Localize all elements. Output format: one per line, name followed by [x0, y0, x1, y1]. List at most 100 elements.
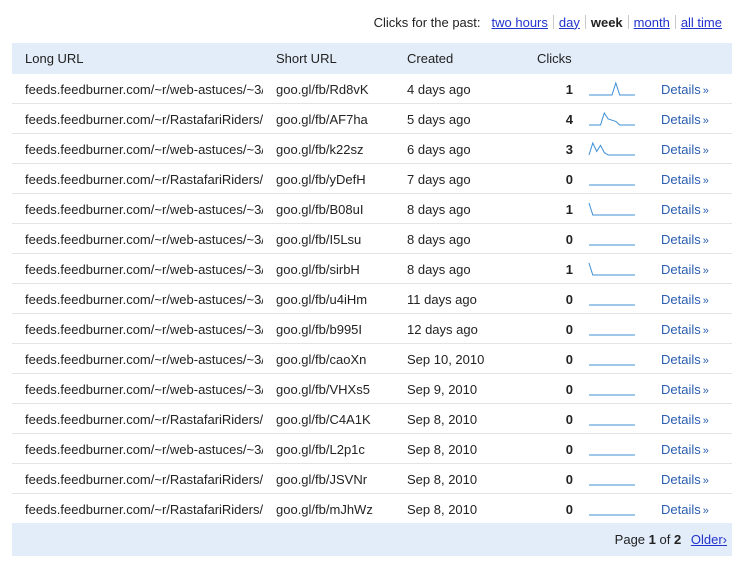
- clicks-cell: 0: [565, 412, 573, 427]
- table-row: feeds.feedburner.com/~r/web-astuces/~3/g…: [12, 434, 732, 464]
- short-url-cell[interactable]: goo.gl/fb/k22sz: [276, 142, 363, 157]
- period-label: Clicks for the past:: [373, 14, 481, 30]
- clicks-sparkline: [589, 334, 635, 336]
- short-url-cell[interactable]: goo.gl/fb/Rd8vK: [276, 82, 369, 97]
- created-cell: 8 days ago: [407, 232, 471, 247]
- created-cell: Sep 8, 2010: [407, 472, 478, 487]
- details-label: Details: [661, 382, 701, 397]
- details-label: Details: [661, 172, 701, 187]
- sparkline-line: [588, 202, 635, 216]
- created-cell: Sep 9, 2010: [407, 382, 478, 397]
- details-link[interactable]: Details»: [661, 262, 709, 277]
- clicks-sparkline: [589, 484, 635, 486]
- short-url-cell[interactable]: goo.gl/fb/C4A1K: [276, 412, 371, 427]
- period-week-selected: week: [590, 14, 623, 30]
- sparkline-line: [589, 81, 635, 96]
- header-long-url: Long URL: [25, 51, 84, 66]
- table-row: feeds.feedburner.com/~r/web-astuces/~3/g…: [12, 344, 732, 374]
- short-url-cell[interactable]: goo.gl/fb/VHXs5: [276, 382, 370, 397]
- long-url-cell: feeds.feedburner.com/~r/web-astuces/~3/: [25, 442, 263, 457]
- clicks-cell: 0: [565, 352, 573, 367]
- created-cell: 7 days ago: [407, 172, 471, 187]
- short-url-cell[interactable]: goo.gl/fb/I5Lsu: [276, 232, 361, 247]
- clicks-sparkline: [588, 262, 635, 276]
- short-url-cell[interactable]: goo.gl/fb/mJhWz: [276, 502, 373, 517]
- created-cell: 8 days ago: [407, 202, 471, 217]
- older-label: Older: [690, 532, 723, 547]
- long-url-cell: feeds.feedburner.com/~r/web-astuces/~3/: [25, 382, 263, 397]
- short-url-cell[interactable]: goo.gl/fb/sirbH: [276, 262, 360, 277]
- period-month-link[interactable]: month: [629, 15, 675, 30]
- details-label: Details: [661, 292, 701, 307]
- short-url-cell[interactable]: goo.gl/fb/B08uI: [276, 202, 363, 217]
- clicks-cell: 0: [565, 322, 573, 337]
- clicks-sparkline: [589, 394, 635, 396]
- details-label: Details: [661, 322, 701, 337]
- page-label: Page: [614, 532, 646, 547]
- table-row: feeds.feedburner.com/~r/RastafariRiders/…: [12, 164, 732, 194]
- details-link[interactable]: Details»: [661, 382, 709, 397]
- double-chevron-right-icon: »: [702, 445, 709, 457]
- clicks-sparkline: [588, 141, 635, 156]
- details-label: Details: [661, 112, 701, 127]
- table-footer: Page 1 of 2 Older›: [12, 523, 732, 556]
- double-chevron-right-icon: »: [702, 355, 709, 367]
- short-url-cell[interactable]: goo.gl/fb/u4iHm: [276, 292, 367, 307]
- details-link[interactable]: Details»: [661, 442, 709, 457]
- period-all-time-link[interactable]: all time: [676, 15, 727, 30]
- short-url-cell[interactable]: goo.gl/fb/yDefH: [276, 172, 366, 187]
- short-url-cell[interactable]: goo.gl/fb/AF7ha: [276, 112, 368, 127]
- long-url-cell: feeds.feedburner.com/~r/web-astuces/~3/: [25, 352, 263, 367]
- details-link[interactable]: Details»: [661, 202, 709, 217]
- details-link[interactable]: Details»: [661, 292, 709, 307]
- double-chevron-right-icon: »: [702, 85, 709, 97]
- details-label: Details: [661, 502, 701, 517]
- details-label: Details: [661, 232, 701, 247]
- details-link[interactable]: Details»: [661, 412, 709, 427]
- long-url-cell: feeds.feedburner.com/~r/web-astuces/~3/: [25, 322, 263, 337]
- double-chevron-right-icon: »: [702, 415, 709, 427]
- clicks-cell: 0: [565, 172, 573, 187]
- created-cell: 5 days ago: [407, 112, 471, 127]
- clicks-cell: 1: [565, 202, 573, 217]
- created-cell: 4 days ago: [407, 82, 471, 97]
- details-link[interactable]: Details»: [661, 172, 709, 187]
- time-period-selector: Clicks for the past: two hours day week …: [374, 13, 727, 31]
- long-url-cell: feeds.feedburner.com/~r/RastafariRiders/…: [25, 172, 263, 187]
- details-link[interactable]: Details»: [661, 232, 709, 247]
- table-body: feeds.feedburner.com/~r/web-astuces/~3/g…: [12, 74, 732, 524]
- clicks-cell: 3: [565, 142, 573, 157]
- short-url-cell[interactable]: goo.gl/fb/JSVNr: [276, 472, 367, 487]
- created-cell: Sep 8, 2010: [407, 412, 478, 427]
- double-chevron-right-icon: »: [702, 385, 709, 397]
- pagination: Page 1 of 2 Older›: [615, 532, 727, 547]
- short-url-cell[interactable]: goo.gl/fb/L2p1c: [276, 442, 365, 457]
- header-short-url: Short URL: [276, 51, 337, 66]
- period-two-hours-link[interactable]: two hours: [487, 15, 553, 30]
- table-row: feeds.feedburner.com/~r/RastafariRiders/…: [12, 464, 732, 494]
- details-link[interactable]: Details»: [661, 142, 709, 157]
- details-label: Details: [661, 412, 701, 427]
- details-link[interactable]: Details»: [661, 82, 709, 97]
- table-row: feeds.feedburner.com/~r/web-astuces/~3/g…: [12, 224, 732, 254]
- created-cell: 8 days ago: [407, 262, 471, 277]
- details-link[interactable]: Details»: [661, 352, 709, 367]
- clicks-sparkline: [589, 514, 635, 516]
- short-url-cell[interactable]: goo.gl/fb/caoXn: [276, 352, 366, 367]
- header-clicks: Clicks: [537, 51, 572, 66]
- table-row: feeds.feedburner.com/~r/web-astuces/~3/g…: [12, 134, 732, 164]
- details-link[interactable]: Details»: [661, 112, 709, 127]
- short-url-cell[interactable]: goo.gl/fb/b995I: [276, 322, 362, 337]
- period-day-link[interactable]: day: [554, 15, 585, 30]
- url-table: Long URL Short URL Created Clicks feeds.…: [12, 43, 732, 524]
- long-url-cell: feeds.feedburner.com/~r/web-astuces/~3/: [25, 142, 263, 157]
- clicks-cell: 0: [565, 382, 573, 397]
- older-link[interactable]: Older›: [691, 532, 727, 547]
- clicks-cell: 1: [565, 82, 573, 97]
- details-link[interactable]: Details»: [661, 322, 709, 337]
- created-cell: 11 days ago: [407, 292, 477, 307]
- details-link[interactable]: Details»: [661, 472, 709, 487]
- details-link[interactable]: Details»: [661, 502, 709, 517]
- table-row: feeds.feedburner.com/~r/web-astuces/~3/g…: [12, 74, 732, 104]
- table-row: feeds.feedburner.com/~r/RastafariRiders/…: [12, 104, 732, 134]
